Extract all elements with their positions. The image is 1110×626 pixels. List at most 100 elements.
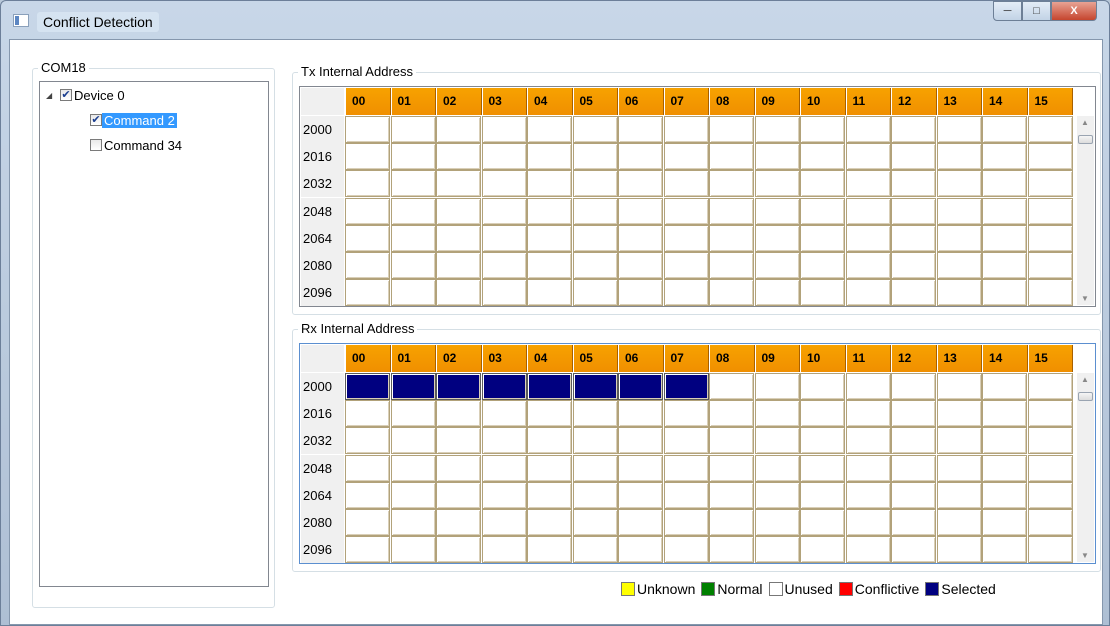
address-cell[interactable] (345, 373, 390, 400)
address-cell[interactable] (800, 143, 845, 171)
address-cell[interactable] (891, 509, 936, 536)
address-cell[interactable] (527, 197, 572, 225)
address-cell[interactable] (982, 481, 1027, 509)
address-cell[interactable] (481, 279, 527, 307)
address-cell[interactable] (436, 481, 481, 509)
address-cell[interactable] (436, 509, 481, 536)
address-cell[interactable] (481, 252, 527, 279)
address-cell[interactable] (982, 116, 1027, 143)
address-cell[interactable] (663, 481, 709, 509)
address-cell[interactable] (390, 143, 436, 171)
address-cell[interactable] (390, 279, 436, 307)
address-cell[interactable] (618, 509, 663, 536)
address-cell[interactable] (572, 224, 618, 252)
address-cell[interactable] (1027, 373, 1073, 400)
address-cell[interactable] (618, 170, 663, 198)
address-cell[interactable] (345, 400, 390, 428)
address-cell[interactable] (390, 170, 436, 198)
address-cell[interactable] (436, 224, 481, 252)
address-cell[interactable] (527, 536, 572, 564)
address-cell[interactable] (800, 116, 845, 143)
address-cell[interactable] (754, 481, 800, 509)
address-cell[interactable] (481, 400, 527, 428)
address-cell[interactable] (1027, 509, 1073, 536)
address-cell[interactable] (572, 279, 618, 307)
address-cell[interactable] (845, 400, 891, 428)
address-cell[interactable] (845, 454, 891, 482)
address-cell[interactable] (618, 279, 663, 307)
address-cell[interactable] (572, 454, 618, 482)
address-cell[interactable] (891, 224, 936, 252)
address-cell[interactable] (390, 373, 436, 400)
address-cell[interactable] (982, 197, 1027, 225)
address-cell[interactable] (800, 481, 845, 509)
address-cell[interactable] (436, 170, 481, 198)
address-cell[interactable] (1027, 279, 1073, 307)
address-cell[interactable] (481, 373, 527, 400)
address-cell[interactable] (891, 427, 936, 455)
address-cell[interactable] (527, 279, 572, 307)
address-cell[interactable] (709, 373, 754, 400)
address-cell[interactable] (891, 252, 936, 279)
address-cell[interactable] (390, 481, 436, 509)
address-cell[interactable] (845, 427, 891, 455)
address-cell[interactable] (527, 143, 572, 171)
address-cell[interactable] (891, 197, 936, 225)
address-cell[interactable] (572, 373, 618, 400)
address-cell[interactable] (481, 170, 527, 198)
address-cell[interactable] (936, 427, 982, 455)
address-cell[interactable] (663, 373, 709, 400)
address-cell[interactable] (527, 224, 572, 252)
address-cell[interactable] (572, 252, 618, 279)
address-cell[interactable] (572, 170, 618, 198)
address-cell[interactable] (345, 170, 390, 198)
address-cell[interactable] (663, 143, 709, 171)
address-cell[interactable] (845, 116, 891, 143)
title-bar[interactable]: Conflict Detection ─ □ X (1, 1, 1109, 39)
address-cell[interactable] (481, 509, 527, 536)
address-cell[interactable] (709, 279, 754, 307)
address-cell[interactable] (663, 170, 709, 198)
address-cell[interactable] (845, 252, 891, 279)
address-cell[interactable] (936, 279, 982, 307)
address-cell[interactable] (891, 116, 936, 143)
address-cell[interactable] (527, 400, 572, 428)
address-cell[interactable] (345, 197, 390, 225)
tree-item-checkbox[interactable]: ✔ (90, 114, 102, 126)
address-cell[interactable] (709, 252, 754, 279)
address-cell[interactable] (481, 454, 527, 482)
address-cell[interactable] (345, 279, 390, 307)
address-cell[interactable] (345, 481, 390, 509)
address-cell[interactable] (709, 481, 754, 509)
address-cell[interactable] (754, 536, 800, 564)
tree-item[interactable]: ✔ Command 2 (90, 111, 177, 129)
address-cell[interactable] (390, 400, 436, 428)
address-cell[interactable] (754, 197, 800, 225)
address-cell[interactable] (618, 143, 663, 171)
address-cell[interactable] (618, 400, 663, 428)
scroll-up-arrow-icon[interactable]: ▲ (1081, 375, 1089, 384)
address-cell[interactable] (663, 252, 709, 279)
address-cell[interactable] (936, 536, 982, 564)
address-cell[interactable] (709, 170, 754, 198)
address-cell[interactable] (891, 454, 936, 482)
address-cell[interactable] (800, 224, 845, 252)
address-cell[interactable] (845, 197, 891, 225)
address-cell[interactable] (572, 143, 618, 171)
address-cell[interactable] (891, 170, 936, 198)
address-cell[interactable] (800, 427, 845, 455)
maximize-button[interactable]: □ (1022, 1, 1051, 21)
address-cell[interactable] (618, 481, 663, 509)
address-cell[interactable] (436, 143, 481, 171)
address-cell[interactable] (845, 536, 891, 564)
tree-item[interactable]: ◢ ✔ Device 0 (46, 86, 127, 104)
address-cell[interactable] (754, 170, 800, 198)
address-cell[interactable] (1027, 454, 1073, 482)
address-cell[interactable] (936, 400, 982, 428)
address-cell[interactable] (572, 481, 618, 509)
address-cell[interactable] (663, 509, 709, 536)
address-cell[interactable] (663, 197, 709, 225)
address-cell[interactable] (936, 252, 982, 279)
address-cell[interactable] (1027, 252, 1073, 279)
address-cell[interactable] (345, 509, 390, 536)
